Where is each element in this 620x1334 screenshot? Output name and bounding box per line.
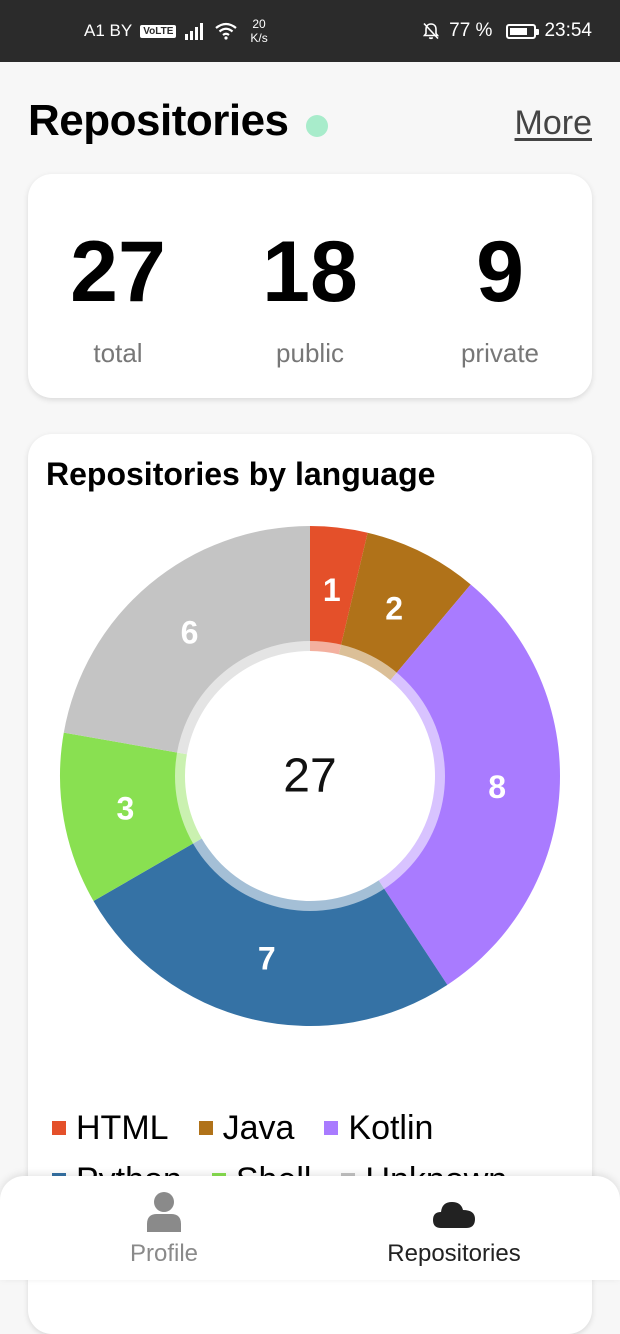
legend-swatch [324,1121,339,1135]
speed-unit: K/s [250,31,268,45]
stat-public-label: public [276,338,344,368]
slice-label-python: 7 [258,940,276,976]
slice-label-shell: 3 [116,791,134,827]
carrier-label: A1 BY [84,21,133,40]
more-link[interactable]: More [515,104,592,143]
legend-item-html: HTML [52,1106,169,1150]
slice-label-unknown: 6 [181,614,199,650]
bell-off-icon [423,22,440,40]
status-bar: A1 BY VoLTE 20 K/s 77 % 23:54 [0,0,620,62]
stat-total-label: total [93,338,143,368]
legend-label: HTML [76,1108,169,1147]
battery-level [510,27,528,35]
repository-stats-card: 27 total 18 public 9 private [28,174,592,398]
nav-profile-label: Profile [129,1240,199,1267]
stat-total: 27 total [38,222,198,369]
page-title: Repositories [28,96,289,145]
stat-private-label: private [460,338,540,368]
languages-title: Repositories by language [46,456,436,492]
bottom-navigation: Profile Repositories [0,1176,620,1280]
legend-swatch [198,1121,213,1135]
stat-private: 9 private [420,222,580,369]
slice-label-html: 1 [323,572,341,608]
battery-percent: 77 % [449,20,493,41]
cloud-icon [433,1202,475,1228]
language-donut-chart: 1 2 8 7 3 6 27 [59,526,561,1026]
clock: 23:54 [544,20,592,41]
slice-label-kotlin: 8 [488,769,506,805]
status-left: A1 BY VoLTE 20 K/s [84,0,268,62]
nav-profile[interactable]: Profile [64,1190,264,1268]
legend-label: Kotlin [348,1108,434,1147]
legend-label: Java [222,1108,295,1147]
network-speed: 20 K/s [250,17,267,45]
stat-private-value: 9 [476,224,524,320]
donut-center-total: 27 [283,750,336,803]
nav-repositories-label: Repositories [387,1240,521,1267]
wifi-icon [215,22,238,40]
stat-public: 18 public [230,222,390,369]
volte-badge: VoLTE [140,24,177,38]
signal-icon [185,23,204,40]
nav-repositories[interactable]: Repositories [354,1190,554,1268]
person-icon [147,1192,181,1232]
status-dot [306,115,328,137]
slice-label-java: 2 [385,590,403,626]
status-right: 77 % 23:54 [421,0,592,62]
battery-icon [506,23,540,39]
stat-public-value: 18 [262,224,358,320]
legend-swatch [52,1121,66,1135]
legend-item-java: Java [198,1106,295,1150]
speed-value: 20 [252,17,266,31]
stat-total-value: 27 [70,224,166,320]
legend-item-kotlin: Kotlin [324,1106,433,1150]
